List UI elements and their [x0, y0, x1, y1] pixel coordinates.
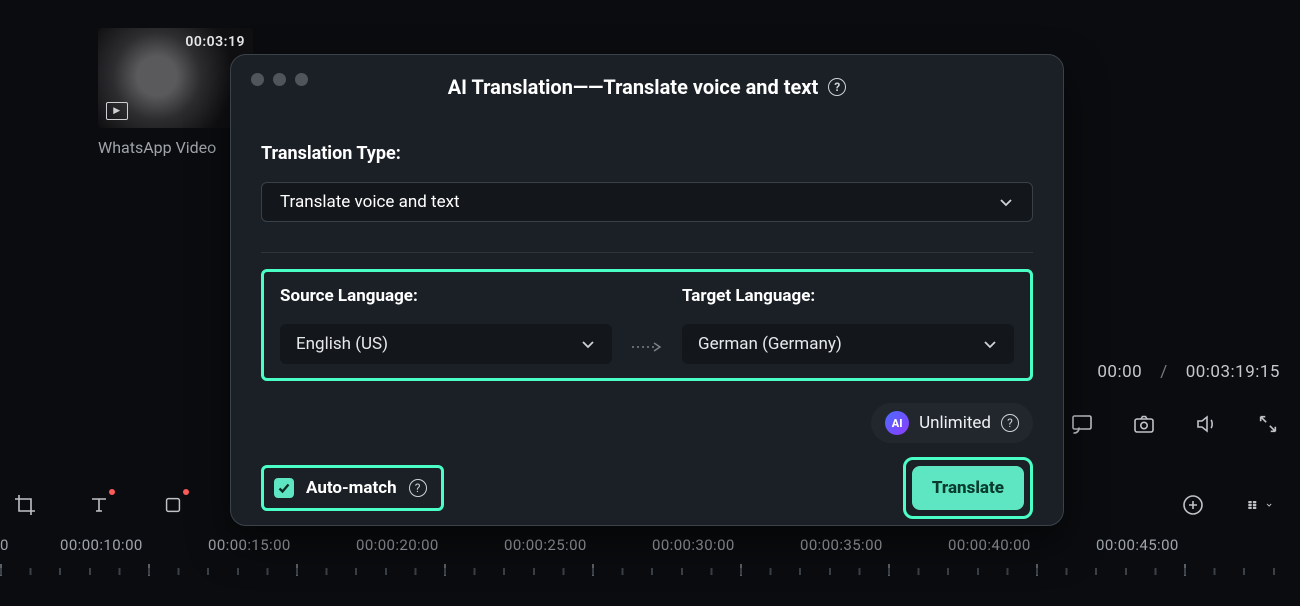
ruler-label: 00:00:25:00 [504, 536, 652, 554]
playback-current: 00:00 [1097, 362, 1142, 382]
window-minimize-icon[interactable] [273, 73, 286, 86]
auto-match-label: Auto-match [306, 478, 397, 498]
playback-separator: / [1160, 362, 1168, 382]
auto-match-checkbox[interactable] [274, 478, 294, 498]
dialog-title: AI Translation——Translate voice and text… [261, 75, 1033, 99]
crop-icon[interactable] [12, 492, 38, 518]
ruler-label: 00:00:10:00 [60, 536, 208, 554]
ruler-label: 00:00:45:00 [1096, 536, 1244, 554]
playback-time-display: 00:00 / 00:03:19:15 [1097, 362, 1280, 382]
translation-type-select[interactable]: Translate voice and text [261, 182, 1033, 222]
cast-screen-icon[interactable] [1070, 412, 1094, 436]
help-icon[interactable]: ? [828, 78, 846, 96]
ai-badge-icon: AI [885, 411, 909, 435]
ruler-label: 00:00:35:00 [800, 536, 948, 554]
media-caption: WhatsApp Video [98, 138, 216, 157]
help-icon[interactable]: ? [1001, 414, 1019, 432]
target-language-label: Target Language: [682, 286, 1014, 306]
snapshot-icon[interactable] [1132, 412, 1156, 436]
ruler-label: 0 [0, 536, 60, 554]
source-language-select[interactable]: English (US) [280, 324, 612, 364]
source-language-label: Source Language: [280, 286, 612, 306]
source-language-value: English (US) [296, 334, 388, 354]
unlimited-credits-pill[interactable]: AI Unlimited ? [871, 403, 1033, 443]
ruler-label: 00:00:15:00 [208, 536, 356, 554]
chevron-down-icon [580, 336, 596, 352]
shape-tool-icon[interactable] [160, 492, 186, 518]
unlimited-text: Unlimited [919, 413, 991, 433]
playback-total: 00:03:19:15 [1186, 362, 1280, 382]
translate-button-highlight: Translate [903, 457, 1033, 519]
ruler-label: 00:00:30:00 [652, 536, 800, 554]
dialog-title-text: AI Translation——Translate voice and text [448, 75, 819, 99]
track-view-icon[interactable] [1246, 492, 1272, 518]
window-controls[interactable] [251, 73, 308, 86]
text-tool-icon[interactable] [86, 492, 112, 518]
window-zoom-icon[interactable] [295, 73, 308, 86]
arrow-right-icon [612, 286, 682, 364]
target-language-value: German (Germany) [698, 334, 842, 354]
add-marker-icon[interactable] [1180, 492, 1206, 518]
translation-type-value: Translate voice and text [280, 192, 460, 212]
fullscreen-icon[interactable] [1256, 412, 1280, 436]
translation-type-label: Translation Type: [261, 143, 1033, 164]
auto-match-highlight: Auto-match ? [261, 465, 444, 511]
language-selection-highlight: Source Language: English (US) Target Lan… [261, 269, 1033, 381]
chevron-down-icon [998, 194, 1014, 210]
window-close-icon[interactable] [251, 73, 264, 86]
chevron-down-icon [982, 336, 998, 352]
volume-icon[interactable] [1194, 412, 1218, 436]
timeline-ruler[interactable]: 0 00:00:10:00 00:00:15:00 00:00:20:00 00… [0, 536, 1300, 596]
clip-type-icon: ▶ [106, 102, 128, 120]
translate-button[interactable]: Translate [912, 466, 1024, 510]
ruler-label: 00:00:20:00 [356, 536, 504, 554]
clip-duration: 00:03:19 [185, 34, 245, 50]
ruler-label: 00:00:40:00 [948, 536, 1096, 554]
target-language-select[interactable]: German (Germany) [682, 324, 1014, 364]
ai-translation-dialog: AI Translation——Translate voice and text… [230, 54, 1064, 526]
help-icon[interactable]: ? [409, 479, 427, 497]
